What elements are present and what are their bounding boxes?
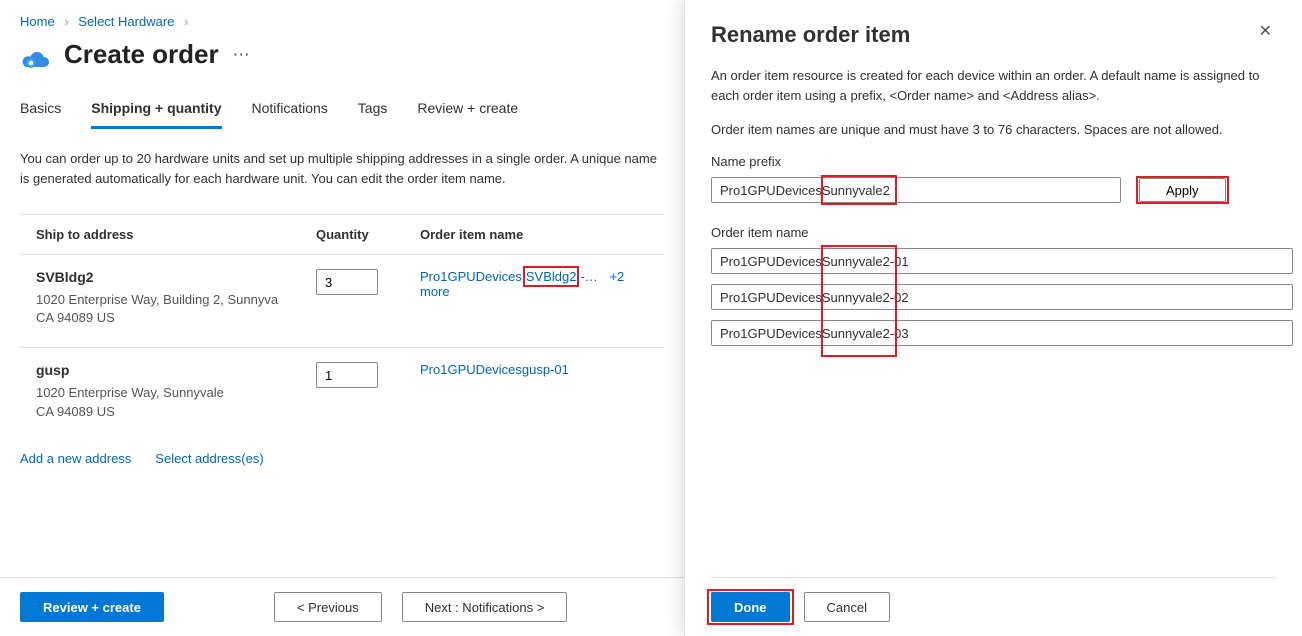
col-header-address: Ship to address (36, 227, 316, 242)
panel-description-2: Order item names are unique and must hav… (711, 120, 1276, 140)
col-header-item-name: Order item name (420, 227, 648, 242)
tab-description: You can order up to 20 hardware units an… (20, 149, 664, 188)
address-line2: CA 94089 US (36, 309, 316, 327)
tab-review-create[interactable]: Review + create (417, 96, 518, 129)
wizard-footer: Review + create < Previous Next : Notifi… (0, 577, 684, 636)
order-item-name-link[interactable]: Pro1GPUDevices SVBldg2-… (420, 269, 598, 284)
cancel-button[interactable]: Cancel (804, 592, 890, 622)
address-alias: gusp (36, 362, 316, 378)
create-order-page: Home › Select Hardware › Create order ⋯ … (0, 0, 684, 636)
apply-button[interactable]: Apply (1139, 178, 1226, 202)
tab-notifications[interactable]: Notifications (252, 96, 328, 129)
quantity-input[interactable] (316, 362, 378, 388)
add-address-link[interactable]: Add a new address (20, 451, 131, 466)
panel-title: Rename order item (711, 22, 910, 48)
name-prefix-label: Name prefix (711, 154, 1276, 169)
item-name-prefix: Pro1GPUDevices (420, 269, 522, 284)
breadcrumb: Home › Select Hardware › (20, 14, 664, 29)
done-button[interactable]: Done (711, 592, 790, 622)
panel-description-1: An order item resource is created for ea… (711, 66, 1276, 106)
address-line2: CA 94089 US (36, 403, 316, 421)
select-addresses-link[interactable]: Select address(es) (155, 451, 263, 466)
shipping-table-header: Ship to address Quantity Order item name (20, 214, 664, 254)
col-header-quantity: Quantity (316, 227, 420, 242)
order-item-name-label: Order item name (711, 225, 1276, 240)
page-title: Create order (64, 39, 219, 70)
next-button[interactable]: Next : Notifications > (402, 592, 568, 622)
chevron-right-icon: › (64, 14, 68, 29)
address-line1: 1020 Enterprise Way, Building 2, Sunnyva (36, 291, 316, 309)
item-name-alias-highlight: SVBldg2 (526, 269, 577, 284)
rename-order-item-panel: Rename order item ✕ An order item resour… (684, 0, 1302, 636)
review-create-button[interactable]: Review + create (20, 592, 164, 622)
wizard-tabs: Basics Shipping + quantity Notifications… (20, 96, 664, 129)
panel-footer: Done Cancel (711, 577, 1276, 636)
more-actions-button[interactable]: ⋯ (233, 45, 250, 65)
breadcrumb-home[interactable]: Home (20, 14, 55, 29)
tab-tags[interactable]: Tags (358, 96, 388, 129)
chevron-right-icon: › (184, 14, 188, 29)
quantity-input[interactable] (316, 269, 378, 295)
order-item-name-input[interactable] (711, 320, 1293, 346)
order-item-name-input[interactable] (711, 248, 1293, 274)
table-row: gusp 1020 Enterprise Way, Sunnyvale CA 9… (20, 347, 664, 440)
table-row: SVBldg2 1020 Enterprise Way, Building 2,… (20, 254, 664, 347)
cloud-icon (20, 42, 52, 68)
name-prefix-input[interactable] (711, 177, 1121, 203)
breadcrumb-select-hardware[interactable]: Select Hardware (78, 14, 174, 29)
tab-basics[interactable]: Basics (20, 96, 61, 129)
close-icon[interactable]: ✕ (1255, 22, 1276, 42)
tab-shipping-quantity[interactable]: Shipping + quantity (91, 96, 221, 129)
address-line1: 1020 Enterprise Way, Sunnyvale (36, 384, 316, 402)
address-alias: SVBldg2 (36, 269, 316, 285)
previous-button[interactable]: < Previous (274, 592, 382, 622)
item-name-suffix: -… (580, 269, 597, 284)
order-item-name-link[interactable]: Pro1GPUDevicesgusp-01 (420, 362, 569, 377)
order-item-name-input[interactable] (711, 284, 1293, 310)
